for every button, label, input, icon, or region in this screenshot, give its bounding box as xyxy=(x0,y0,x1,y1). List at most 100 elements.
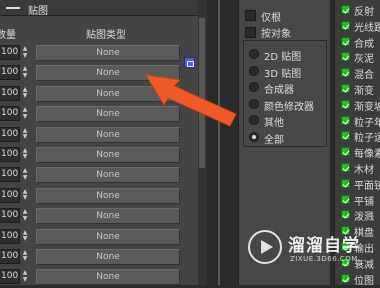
amount-spinner-icon[interactable]: ▲ ▼ xyxy=(21,270,29,283)
map-type-radio-label: 其他 xyxy=(264,118,284,129)
map-browser-item[interactable]: 粒子年 xyxy=(339,113,380,129)
map-row: 100 ▲ ▼ None xyxy=(0,43,200,63)
map-slot-button[interactable]: None xyxy=(36,208,180,225)
map-type-radio[interactable] xyxy=(249,98,259,109)
map-browser-item-label: 渐变坡 xyxy=(354,101,380,113)
map-browser-item[interactable]: 每像素 xyxy=(339,144,380,161)
play-logo-icon xyxy=(248,230,282,264)
amount-field[interactable]: 100 xyxy=(0,106,20,122)
amount-field[interactable]: 100 xyxy=(0,208,20,224)
amount-spinner-icon[interactable]: ▲ ▼ xyxy=(21,188,29,202)
amount-spinner-icon[interactable]: ▲ ▼ xyxy=(21,168,29,181)
map-row: 100 ▲ ▼ None xyxy=(0,145,200,165)
map-type-radio[interactable] xyxy=(249,82,259,92)
map-slot-button[interactable]: None xyxy=(36,65,180,82)
amount-spinner-icon[interactable]: ▲ ▼ xyxy=(21,127,29,141)
amount-spinner-icon[interactable]: ▲ ▼ xyxy=(21,147,29,161)
amount-spinner-icon[interactable]: ▲ ▼ xyxy=(21,86,29,100)
lock-icon[interactable] xyxy=(184,57,195,68)
amount-field[interactable]: 100 xyxy=(0,85,20,101)
map-slot-button[interactable]: None xyxy=(36,126,180,143)
map-browser-item[interactable]: 泼溅 xyxy=(339,207,380,223)
green-checked-icon xyxy=(341,210,350,220)
map-browser-item[interactable]: 渐变 xyxy=(339,81,380,97)
map-type-radio-label: 3D 贴图 xyxy=(264,68,302,80)
watermark-title: 溜溜自学 xyxy=(288,236,360,256)
map-row: 100 ▲ ▼ None xyxy=(0,206,200,226)
amount-field[interactable]: 100 xyxy=(0,146,20,162)
collapse-minus-icon[interactable] xyxy=(6,7,20,9)
green-checked-icon xyxy=(341,178,350,188)
map-slot-button[interactable]: None xyxy=(36,85,180,102)
map-slot-button[interactable]: None xyxy=(36,187,180,204)
amount-field[interactable]: 100 xyxy=(0,45,20,60)
map-row: 100 ▲ ▼ None xyxy=(0,165,200,185)
map-rows: 100 ▲ ▼ None 100 ▲ ▼ None 100 ▲ ▼ None 100 ▲ ▼ None 100 ▲… xyxy=(0,43,200,288)
map-browser-item[interactable]: 粒子运 xyxy=(339,128,380,144)
amount-spinner-icon[interactable]: ▲ ▼ xyxy=(21,45,29,59)
map-row: 100 ▲ ▼ None xyxy=(0,247,200,267)
amount-field[interactable]: 100 xyxy=(0,187,20,203)
map-type-radio[interactable] xyxy=(249,115,259,125)
map-slot-button[interactable]: None xyxy=(36,146,180,163)
map-slot-button[interactable]: None xyxy=(36,248,180,265)
amount-spinner-icon[interactable]: ▲ ▼ xyxy=(21,208,29,222)
map-browser-item[interactable]: 光线跟 xyxy=(339,18,380,34)
map-slot-button[interactable]: None xyxy=(36,167,180,184)
map-browser-item[interactable]: 灰泥 xyxy=(339,49,380,66)
amount-field[interactable]: 100 xyxy=(0,269,20,285)
amount-spinner-icon[interactable]: ▲ ▼ xyxy=(21,106,29,120)
map-type-radio-label: 合成器 xyxy=(264,85,294,96)
amount-column-header: 数量 xyxy=(0,30,16,41)
amount-field[interactable]: 100 xyxy=(0,228,20,244)
map-browser-item[interactable]: 平面镜 xyxy=(339,176,380,192)
map-type-radio[interactable] xyxy=(249,49,259,59)
map-browser-item[interactable]: 渐变坡 xyxy=(339,97,380,113)
map-type-radio-label: 颜色修改器 xyxy=(264,101,314,113)
green-checked-icon xyxy=(341,36,350,46)
amount-spinner-icon[interactable]: ▲ ▼ xyxy=(21,229,29,243)
map-browser-item[interactable]: 混合 xyxy=(339,65,380,82)
green-checked-icon xyxy=(341,131,350,141)
map-type-radio-group: 2D 贴图 3D 贴图 合成器 颜色修改器 其他 全部 xyxy=(243,40,327,147)
amount-field[interactable]: 100 xyxy=(0,248,20,264)
map-browser-item-label: 灰泥 xyxy=(354,54,374,66)
map-slot-button[interactable]: None xyxy=(36,269,180,286)
map-browser-item-label: 粒子年 xyxy=(354,117,380,129)
green-checked-icon xyxy=(341,194,350,204)
only-root-checkbox[interactable] xyxy=(245,10,256,21)
green-checked-icon xyxy=(341,20,350,30)
scrollbar[interactable] xyxy=(198,0,207,285)
amount-field[interactable]: 100 xyxy=(0,167,20,183)
map-row: 100 ▲ ▼ None xyxy=(0,104,200,124)
map-type-radio[interactable] xyxy=(249,65,259,76)
amount-spinner-icon[interactable]: ▲ ▼ xyxy=(21,66,29,79)
divider xyxy=(218,0,220,285)
green-checked-icon xyxy=(341,52,350,62)
map-browser-item[interactable]: 合成 xyxy=(339,34,380,50)
by-object-checkbox[interactable] xyxy=(245,27,256,38)
map-browser-item-label: 混合 xyxy=(354,70,374,82)
map-browser-item[interactable]: 反射 xyxy=(339,2,380,18)
map-slot-button[interactable]: None xyxy=(36,228,180,245)
map-browser-item[interactable]: 木材 xyxy=(339,160,380,176)
amount-field[interactable]: 100 xyxy=(0,126,20,142)
map-browser-item-label: 每像素 xyxy=(354,149,380,161)
map-slot-button[interactable]: None xyxy=(36,106,180,123)
map-browser-item-label: 光线跟 xyxy=(354,22,380,34)
map-browser-item[interactable]: 平铺 xyxy=(339,192,380,208)
green-checked-icon xyxy=(341,84,350,93)
map-row: 100 ▲ ▼ None xyxy=(0,63,200,83)
amount-field[interactable]: 100 xyxy=(0,65,20,81)
panel-gutter xyxy=(207,0,233,285)
map-row: 100 ▲ ▼ None xyxy=(0,227,200,247)
map-type-radio[interactable] xyxy=(249,131,259,142)
green-checked-icon xyxy=(341,5,350,14)
map-type-column-header: 贴图类型 xyxy=(86,30,126,41)
rollout-title-bar[interactable]: 贴图 xyxy=(0,0,200,17)
scrollbar-thumb[interactable] xyxy=(199,18,205,168)
map-type-radio-label: 全部 xyxy=(264,134,284,146)
map-slot-button[interactable]: None xyxy=(36,45,180,61)
amount-spinner-icon[interactable]: ▲ ▼ xyxy=(21,249,29,263)
map-panel: 贴图 数量 贴图类型 100 ▲ ▼ None 100 ▲ ▼ None 100 ▲ ▼ None 10… xyxy=(0,0,207,288)
